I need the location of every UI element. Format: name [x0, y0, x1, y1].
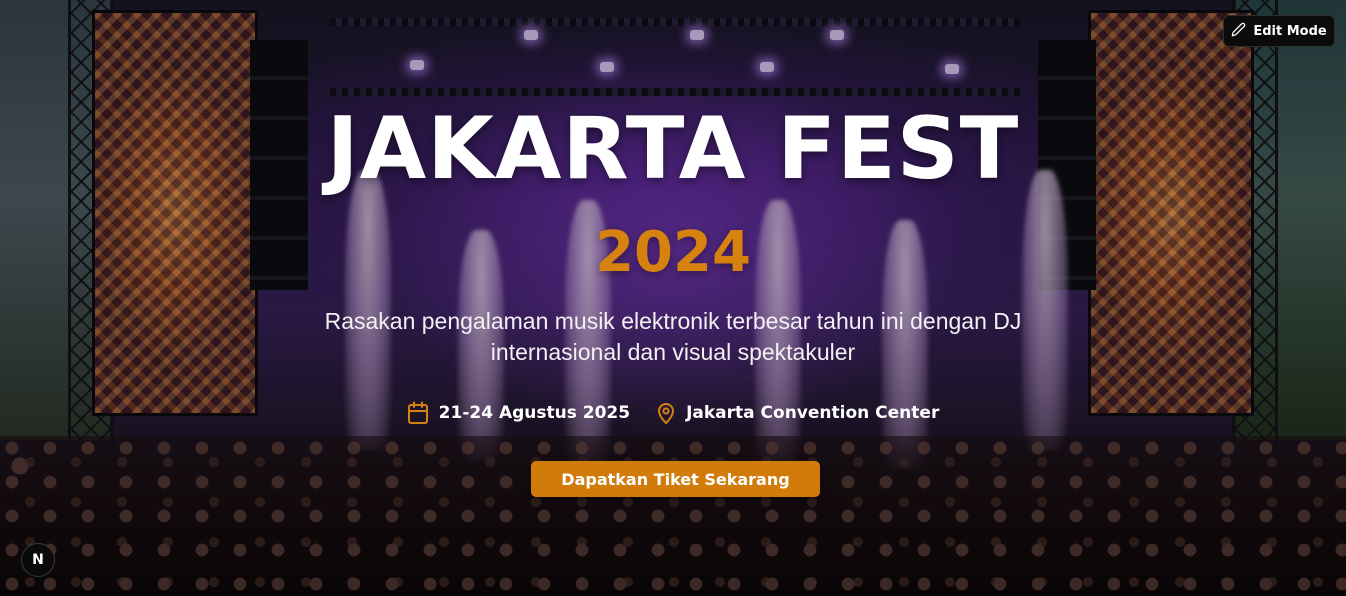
event-title: JAKARTA FEST — [326, 99, 1020, 199]
event-venue: Jakarta Convention Center — [656, 401, 939, 425]
event-subtitle: Rasakan pengalaman musik elektronik terb… — [273, 306, 1073, 368]
pencil-icon — [1231, 22, 1246, 41]
event-venue-text: Jakarta Convention Center — [686, 403, 940, 423]
dev-tools-badge[interactable]: N — [21, 543, 55, 577]
edit-mode-button[interactable]: Edit Mode — [1223, 15, 1335, 47]
event-info-row: 21-24 Agustus 2025 Jakarta Convention Ce… — [0, 401, 1346, 425]
hero-section: JAKARTA FEST 2024 Rasakan pengalaman mus… — [0, 0, 1346, 596]
calendar-icon — [407, 401, 429, 425]
map-pin-icon — [656, 401, 676, 425]
event-subtitle-line: Rasakan pengalaman musik elektronik terb… — [324, 308, 1022, 334]
event-date: 21-24 Agustus 2025 — [407, 401, 630, 425]
event-date-text: 21-24 Agustus 2025 — [438, 403, 631, 423]
event-subtitle-line: internasional dan visual spektakuler — [490, 339, 856, 365]
get-tickets-button[interactable]: Dapatkan Tiket Sekarang — [531, 461, 820, 497]
edit-mode-label: Edit Mode — [1253, 23, 1327, 39]
event-year: 2024 — [595, 220, 751, 285]
dev-tools-badge-letter: N — [32, 552, 44, 568]
hero-content: JAKARTA FEST 2024 Rasakan pengalaman mus… — [0, 0, 1346, 596]
